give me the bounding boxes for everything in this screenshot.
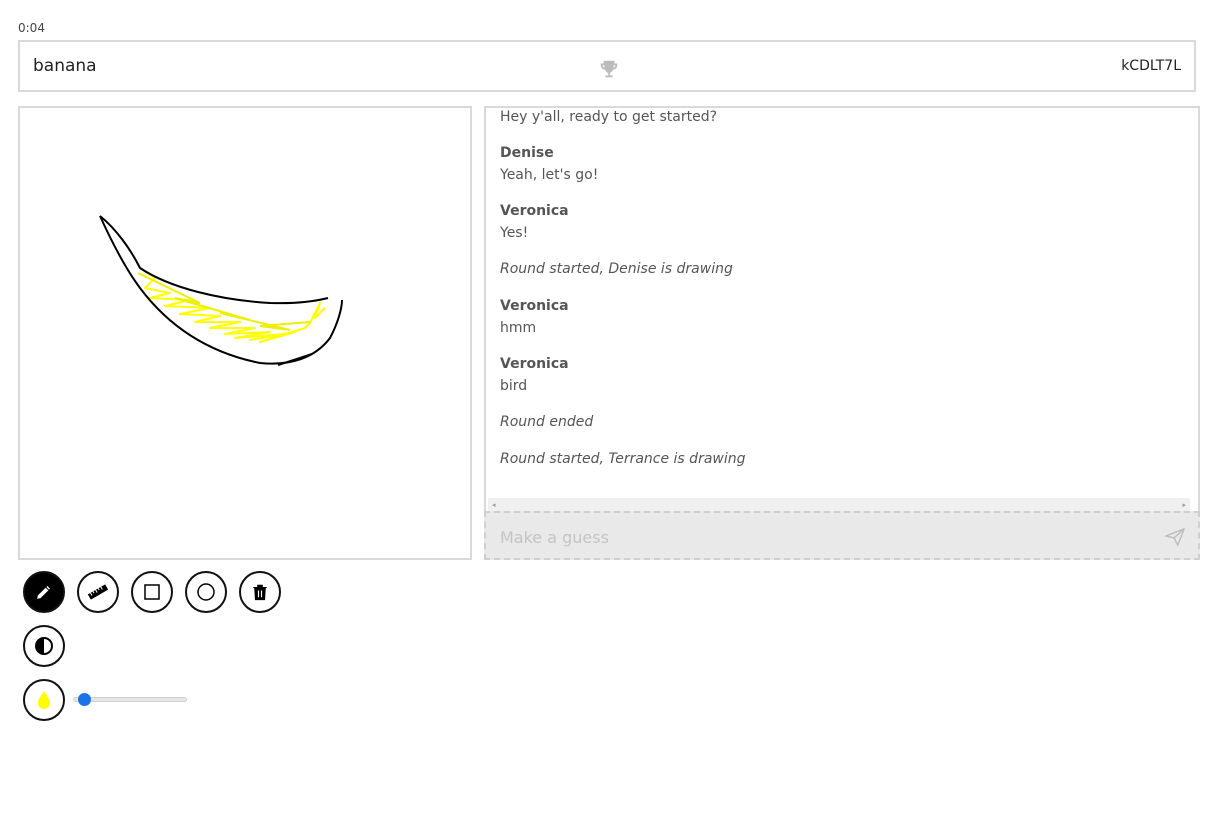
square-icon: [144, 584, 160, 600]
square-tool-button[interactable]: [131, 571, 173, 613]
banana-drawing: [99, 215, 343, 366]
pencil-icon: [35, 584, 52, 601]
chat-messages: Hey y'all, ready to get started? Denise …: [486, 108, 1198, 470]
drawing-canvas[interactable]: [18, 106, 472, 560]
circle-icon: [197, 583, 215, 601]
room-code: kCDLT7L: [1121, 58, 1181, 74]
contrast-icon: [35, 637, 53, 655]
chat-message: Veronica hmm: [500, 295, 1184, 339]
chat-panel[interactable]: Hey y'all, ready to get started? Denise …: [484, 106, 1200, 512]
send-icon[interactable]: [1164, 526, 1186, 548]
color-picker-button[interactable]: [23, 679, 65, 721]
brush-size-slider[interactable]: [73, 693, 187, 706]
message-author: Veronica: [500, 356, 569, 372]
fill-toggle-button[interactable]: [23, 625, 65, 667]
message-text: bird: [500, 378, 528, 394]
message-text: Yeah, let's go!: [500, 167, 599, 183]
message-author: Veronica: [500, 203, 569, 219]
chat-message: Denise Yeah, let's go!: [500, 142, 1184, 186]
system-message: Round started, Terrance is drawing: [500, 451, 746, 467]
slider-thumb[interactable]: [78, 693, 92, 706]
message-author: Veronica: [500, 298, 569, 314]
trash-icon: [253, 584, 267, 601]
message-text: Hey y'all, ready to get started?: [500, 109, 718, 125]
trophy-icon[interactable]: [598, 58, 620, 80]
chat-horizontal-scrollbar[interactable]: ◂ ▸: [488, 498, 1190, 512]
message-text: Yes!: [500, 225, 529, 241]
ruler-tool-button[interactable]: [77, 571, 119, 613]
system-message: Round started, Denise is drawing: [500, 261, 733, 277]
message-author: Denise: [500, 145, 554, 161]
pencil-tool-button[interactable]: [23, 571, 65, 613]
scroll-left-icon[interactable]: ◂: [492, 501, 496, 509]
round-timer: 0:04: [18, 21, 45, 35]
chat-message: Veronica Yes!: [500, 200, 1184, 244]
word-bar: banana kCDLT7L: [18, 40, 1196, 92]
guess-input[interactable]: [498, 523, 1142, 551]
clear-canvas-button[interactable]: [239, 571, 281, 613]
message-text: hmm: [500, 320, 537, 336]
scroll-right-icon[interactable]: ▸: [1182, 501, 1186, 509]
droplet-icon: [38, 691, 50, 709]
chat-message: Hey y'all, ready to get started?: [500, 108, 1184, 128]
chat-message: Veronica bird: [500, 353, 1184, 397]
system-message: Round ended: [500, 414, 594, 430]
circle-tool-button[interactable]: [185, 571, 227, 613]
secret-word: banana: [33, 56, 97, 76]
ruler-icon: [87, 584, 109, 600]
guess-bar: [484, 511, 1200, 560]
